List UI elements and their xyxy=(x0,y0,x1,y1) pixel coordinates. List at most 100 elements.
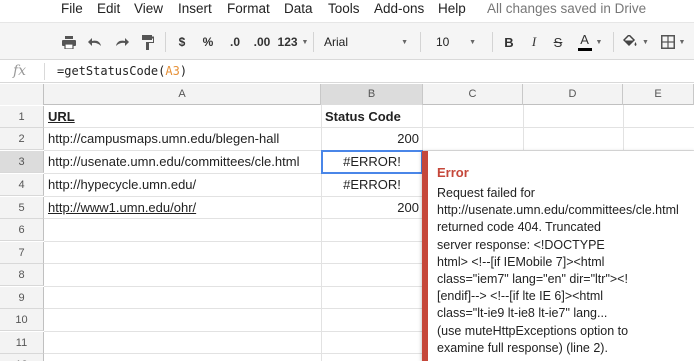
toolbar-divider xyxy=(420,32,421,52)
save-status: All changes saved in Drive xyxy=(487,1,647,16)
undo-icon[interactable] xyxy=(84,31,106,53)
toolbar-divider xyxy=(165,32,166,52)
error-message-line: http://usenate.umn.edu/committees/cle.ht… xyxy=(437,203,679,218)
error-message-line: Request failed for xyxy=(437,186,535,200)
cell-b1[interactable]: Status Code xyxy=(325,106,420,128)
toolbar-divider xyxy=(313,32,314,52)
number-format-dropdown[interactable]: 123 ▼ xyxy=(276,31,310,53)
formula-bar: fx =getStatusCode(A3) xyxy=(0,60,694,83)
column-header-a[interactable]: A xyxy=(44,84,321,105)
chevron-down-icon: ▼ xyxy=(301,38,309,46)
error-indicator-bar xyxy=(422,151,428,361)
row-header-5[interactable]: 5 xyxy=(0,197,44,219)
redo-icon[interactable] xyxy=(110,31,132,53)
row-header-1[interactable]: 1 xyxy=(0,106,44,128)
chevron-down-icon: ▼ xyxy=(595,38,603,46)
cell-b4[interactable]: #ERROR! xyxy=(325,174,419,196)
cell-b2[interactable]: 200 xyxy=(325,128,419,150)
row-header-12[interactable]: 12 xyxy=(0,354,44,361)
row-header-7[interactable]: 7 xyxy=(0,242,44,264)
cell-a2[interactable]: http://campusmaps.umn.edu/blegen-hall xyxy=(48,128,318,150)
menu-tools[interactable]: Tools xyxy=(328,1,360,16)
column-header-c[interactable]: C xyxy=(423,84,523,105)
paint-format-icon[interactable] xyxy=(138,31,158,53)
cell-a5[interactable]: http://www1.umn.edu/ohr/ xyxy=(48,197,318,219)
menu-edit[interactable]: Edit xyxy=(97,1,120,16)
percent-button[interactable]: % xyxy=(198,31,218,53)
toolbar-divider xyxy=(492,32,493,52)
toolbar-divider xyxy=(613,32,614,52)
row-header-8[interactable]: 8 xyxy=(0,264,44,286)
cell-a1[interactable]: URL xyxy=(48,106,318,128)
error-tooltip: Error Request failed for http://usenate.… xyxy=(422,151,694,361)
error-message-line: examine full response) (line 2). xyxy=(437,340,608,355)
error-message-line: server response: <!DOCTYPE xyxy=(437,237,605,252)
cell-a3[interactable]: http://usenate.umn.edu/committees/cle.ht… xyxy=(48,151,320,173)
print-icon[interactable] xyxy=(58,31,80,53)
menu-data[interactable]: Data xyxy=(284,1,313,16)
font-size-dropdown[interactable]: 10 ▼ xyxy=(430,31,482,53)
formula-suffix: ) xyxy=(179,64,188,78)
cell-a4[interactable]: http://hypecycle.umn.edu/ xyxy=(48,174,318,196)
error-message-line: (use muteHttpExceptions option to xyxy=(437,323,629,338)
italic-button[interactable]: I xyxy=(525,31,543,53)
menu-help[interactable]: Help xyxy=(438,1,466,16)
formula-input[interactable]: =getStatusCode(A3) xyxy=(57,64,187,78)
decrease-decimals-label: .0 xyxy=(229,35,240,49)
formula-cell-reference: A3 xyxy=(165,64,180,78)
menu-file[interactable]: File xyxy=(61,1,83,16)
active-cell-selection xyxy=(321,150,423,174)
column-headers: A B C D E xyxy=(0,84,694,105)
toolbar: $ % .0 .00 123 ▼ Arial ▼ 10 ▼ B I S A ▼ ▼ ▼ xyxy=(0,22,694,60)
text-color-label: A xyxy=(580,32,589,47)
number-format-label: 123 xyxy=(277,35,298,49)
decrease-decimals-button[interactable]: .0 xyxy=(224,31,246,53)
strikethrough-button[interactable]: S xyxy=(549,31,567,53)
column-header-e[interactable]: E xyxy=(623,84,694,105)
error-message: Request failed for http://usenate.umn.ed… xyxy=(437,185,693,357)
menu-addons[interactable]: Add-ons xyxy=(374,1,424,16)
borders-button[interactable]: ▼ xyxy=(657,31,689,53)
menu-bar: File Edit View Insert Format Data Tools … xyxy=(0,0,694,22)
text-color-icon: A xyxy=(577,32,592,51)
error-message-line: class="iem7" lang="en" dir="ltr"><! xyxy=(437,272,628,287)
increase-decimals-button[interactable]: .00 xyxy=(250,31,274,53)
function-icon: fx xyxy=(13,63,27,79)
error-title: Error xyxy=(437,165,469,180)
increase-decimals-label: .00 xyxy=(253,35,271,49)
column-header-b[interactable]: B xyxy=(321,84,423,105)
font-family-label: Arial xyxy=(324,35,349,49)
grid-line xyxy=(321,105,322,361)
error-message-line: class="lt-ie9 lt-ie8 lt-ie7" lang... xyxy=(437,306,608,321)
borders-icon xyxy=(660,35,675,49)
currency-button[interactable]: $ xyxy=(173,31,191,53)
row-header-3[interactable]: 3 xyxy=(0,151,44,173)
row-header-10[interactable]: 10 xyxy=(0,309,44,331)
error-message-line: [endif]--> <!--[if lte IE 6]><html xyxy=(437,289,604,304)
font-size-label: 10 xyxy=(436,35,450,49)
row-header-6[interactable]: 6 xyxy=(0,219,44,241)
chevron-down-icon: ▼ xyxy=(469,38,476,46)
text-color-swatch xyxy=(577,48,592,51)
text-color-button[interactable]: A ▼ xyxy=(573,31,607,53)
chevron-down-icon: ▼ xyxy=(678,38,686,46)
chevron-down-icon: ▼ xyxy=(642,38,649,46)
row-header-4[interactable]: 4 xyxy=(0,174,44,196)
font-family-dropdown[interactable]: Arial ▼ xyxy=(318,31,414,53)
bold-button[interactable]: B xyxy=(500,31,518,53)
select-all-corner[interactable] xyxy=(0,84,44,105)
fill-color-icon xyxy=(623,35,638,49)
column-header-d[interactable]: D xyxy=(523,84,623,105)
formula-divider xyxy=(44,63,45,80)
row-header-9[interactable]: 9 xyxy=(0,287,44,309)
cell-b5[interactable]: 200 xyxy=(325,197,419,219)
menu-format[interactable]: Format xyxy=(227,1,270,16)
error-message-line: html> <!--[if IEMobile 7]><html xyxy=(437,254,605,269)
row-header-2[interactable]: 2 xyxy=(0,128,44,150)
chevron-down-icon: ▼ xyxy=(401,38,408,46)
fill-color-button[interactable]: ▼ xyxy=(620,31,652,53)
row-header-11[interactable]: 11 xyxy=(0,332,44,354)
menu-view[interactable]: View xyxy=(134,1,163,16)
error-message-line: returned code 404. Truncated xyxy=(437,220,602,235)
menu-insert[interactable]: Insert xyxy=(178,1,212,16)
